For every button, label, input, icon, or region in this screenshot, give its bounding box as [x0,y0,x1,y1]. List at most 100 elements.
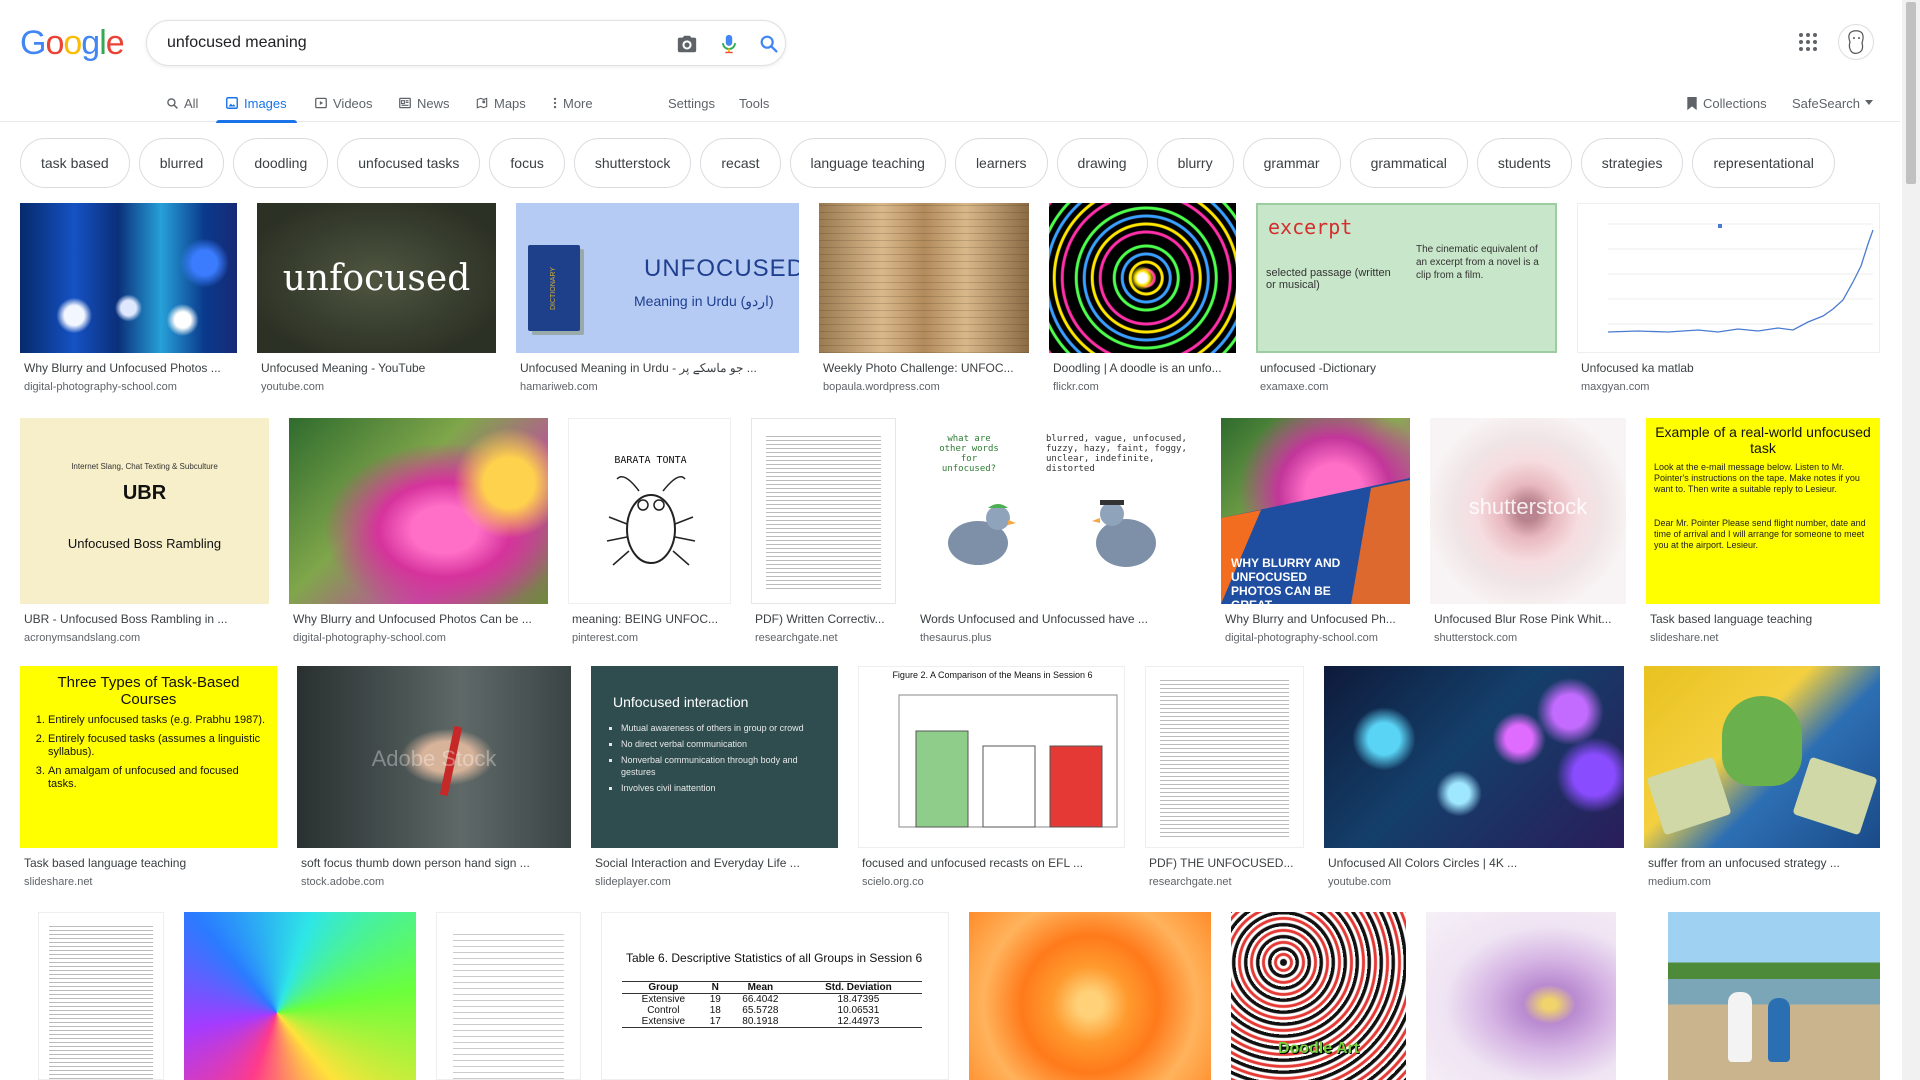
result-thumbnail [1426,912,1616,1080]
video-icon [315,97,327,109]
chip[interactable]: drawing [1056,138,1148,188]
bookmark-icon [1687,96,1697,110]
chip[interactable]: unfocused tasks [337,138,481,188]
thumbnail-text: selected passage (written or musical) [1266,267,1391,291]
collections-link[interactable]: Collections [1686,84,1767,122]
google-images-page: Google All [0,0,1920,1080]
result-thumbnail: BARATA TONTA [568,418,731,604]
result-thumbnail [289,418,548,604]
result-title: Words Unfocused and Unfocussed have ... [920,612,1148,626]
dictionary-book-image: DICTIONARY [528,245,580,331]
microphone-icon[interactable] [717,32,741,56]
safesearch-label: SafeSearch [1792,95,1860,111]
table-cell: 12.44973 [837,1016,880,1027]
chip[interactable]: blurred [138,138,225,188]
tab-label: Videos [333,95,373,111]
table-cell: 65.5728 [742,1005,779,1016]
search-box[interactable] [146,20,786,66]
settings-link[interactable]: Settings [668,84,715,122]
chip[interactable]: task based [20,138,130,188]
result-thumbnail [1577,203,1880,353]
search-input[interactable] [167,21,647,65]
result-source: shutterstock.com [1434,632,1518,644]
chip[interactable]: grammar [1242,138,1341,188]
safesearch-dropdown[interactable]: SafeSearch [1792,84,1873,122]
result-title: Unfocused ka matlab [1581,361,1694,375]
chip[interactable]: language teaching [789,138,946,188]
result-title: suffer from an unfocused strategy ... [1648,856,1840,870]
thumbnail-text: Unfocused Boss Rambling [67,536,222,551]
result-source: slideshare.net [1650,632,1719,644]
document-text-lines [453,933,564,1079]
chip[interactable]: learners [954,138,1048,188]
result-source: digital-photography-school.com [293,632,446,644]
cash-fan-image [1646,756,1732,836]
result-source: researchgate.net [1149,876,1232,888]
list-item: Entirely focused tasks (assumes a lingui… [48,733,268,759]
document-text-lines [1160,679,1289,837]
list-item: Mutual awareness of others in group or c… [621,722,826,734]
result-thumbnail: excerpt selected passage (written or mus… [1256,203,1557,353]
chip[interactable]: grammatical [1349,138,1468,188]
tab-label: Images [244,95,287,111]
tab-maps[interactable]: Maps [475,84,526,122]
child-figure-image [1728,992,1752,1062]
tab-label: News [417,95,450,111]
chip[interactable]: strategies [1580,138,1684,188]
result-thumbnail: Figure 2. A Comparison of the Means in S… [858,666,1125,848]
tab-images[interactable]: Images [216,84,297,123]
result-title: Task based language teaching [1650,612,1813,626]
result-source: slideplayer.com [595,876,671,888]
chip[interactable]: recast [700,138,781,188]
table-header: Mean [747,982,774,993]
table-header: Group [648,982,679,993]
table-cell: 10.06531 [837,1005,880,1016]
result-source: examaxe.com [1260,381,1329,393]
scrollbar-thumb[interactable] [1906,2,1916,184]
page-scrollbar[interactable] [1902,0,1920,1080]
chip[interactable]: representational [1692,138,1835,188]
chip[interactable]: blurry [1156,138,1234,188]
result-thumbnail [969,912,1211,1080]
table-cell: 19 [709,994,721,1005]
result-source: digital-photography-school.com [1225,632,1378,644]
chip[interactable]: doodling [233,138,329,188]
chip[interactable]: students [1476,138,1572,188]
table-cell: Extensive [641,1016,686,1027]
tools-link[interactable]: Tools [739,84,769,122]
result-title: unfocused -Dictionary [1260,361,1377,375]
google-logo[interactable]: Google [20,24,125,63]
table-cell: 80.1918 [742,1016,779,1027]
account-avatar[interactable] [1838,24,1874,60]
chip[interactable]: shutterstock [573,138,692,188]
result-thumbnail [819,203,1029,353]
bar-chart-thumbnail [898,694,1118,828]
result-thumbnail [1324,666,1624,848]
result-source: acronymsandslang.com [24,632,141,644]
result-thumbnail: WHY BLURRY AND UNFOCUSED PHOTOS CAN BE G… [1221,418,1410,604]
tab-news[interactable]: News [398,84,450,122]
chip[interactable]: focus [489,138,565,188]
apps-grid-icon[interactable] [1796,30,1820,54]
chevron-down-icon [1864,100,1873,105]
thumbnail-text: Look at the e-mail message below. Listen… [1654,462,1860,494]
tab-more[interactable]: More [552,84,593,122]
result-source: pinterest.com [572,632,639,644]
settings-label: Settings [668,95,715,111]
result-thumbnail [436,912,581,1080]
result-title: Why Blurry and Unfocused Photos Can be .… [293,612,532,626]
result-source: thesaurus.plus [920,632,992,644]
watermark-text: shutterstock [1468,494,1588,519]
table-header: N [711,982,719,993]
thumbnail-text: WHY BLURRY AND UNFOCUSED PHOTOS CAN BE G… [1231,556,1341,604]
camera-icon[interactable] [675,32,699,56]
tab-videos[interactable]: Videos [314,84,373,122]
result-source: slideshare.net [24,876,93,888]
document-text-lines [766,435,881,589]
result-thumbnail: unfocused [257,203,496,353]
tab-all[interactable]: All [166,84,198,122]
table-cell: 18 [709,1005,721,1016]
result-thumbnail: shutterstock [1430,418,1626,604]
search-icon[interactable] [757,32,781,56]
result-title: Task based language teaching [24,856,187,870]
